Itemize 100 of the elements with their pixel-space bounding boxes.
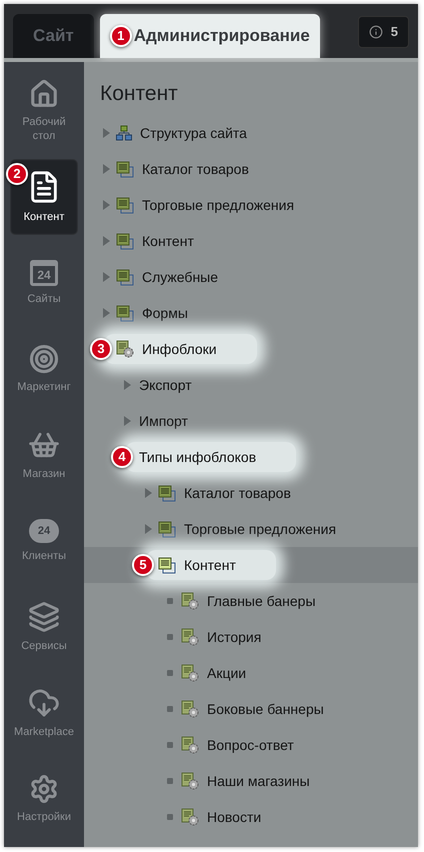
document-stack-icon <box>116 304 134 322</box>
info-icon <box>368 25 383 39</box>
tree-item[interactable]: Торговые предложения <box>102 190 334 220</box>
sidebar-label: Рабочий стол <box>21 115 67 143</box>
document-stack-icon <box>116 160 134 178</box>
document-gear-icon <box>181 808 199 826</box>
document-gear-icon <box>181 628 199 646</box>
expand-arrow-icon[interactable] <box>102 128 110 138</box>
tree-item-label: Новости <box>207 808 262 826</box>
tree-item[interactable]: Формы <box>102 298 228 328</box>
tree-item-label: Главные банеры <box>207 592 316 611</box>
sidebar-label: Настройки <box>17 810 71 824</box>
layers-icon <box>28 601 60 633</box>
tree-item[interactable]: Каталог товаров <box>102 154 289 184</box>
tree-item[interactable]: Контент <box>146 550 276 580</box>
callout-badge: 1 <box>110 25 132 47</box>
home-icon <box>29 79 59 109</box>
tree-item[interactable]: Контент <box>102 226 234 256</box>
callout-badge: 5 <box>132 554 154 576</box>
tree-item-label: Боковые баннеры <box>207 700 324 719</box>
cloud-download-icon <box>28 687 60 719</box>
tree-item-label: Каталог товаров <box>184 484 291 503</box>
tree-item[interactable]: Вопрос-ответ <box>165 730 334 760</box>
tree-item-label: Контент <box>184 556 236 574</box>
document-gear-icon <box>116 340 134 358</box>
tree-item[interactable]: Импорт <box>123 406 228 436</box>
document-gear-icon <box>181 700 199 718</box>
expand-arrow-icon[interactable] <box>102 272 110 282</box>
tree-item[interactable]: Акции <box>165 658 286 688</box>
tree-item[interactable]: Инфоблоки <box>104 334 257 364</box>
sidebar-item[interactable]: Магазин <box>10 417 78 493</box>
document-stack-icon <box>158 556 176 574</box>
bullet-icon <box>167 742 173 748</box>
document-stack-icon <box>116 196 134 214</box>
tree-item[interactable]: Новости <box>165 802 302 832</box>
document-stack-icon <box>116 232 134 250</box>
bullet-icon <box>167 778 173 784</box>
sidebar-label: Сервисы <box>21 639 67 653</box>
sidebar-label: Marketplace <box>14 725 74 739</box>
document-gear-icon <box>181 664 199 682</box>
tree-item[interactable]: Главные банеры <box>165 586 356 616</box>
tree-item[interactable]: Экспорт <box>123 370 232 400</box>
tree-item[interactable]: Наши магазины <box>165 766 350 796</box>
tree-item[interactable]: Боковые баннеры <box>165 694 364 724</box>
expand-arrow-icon[interactable] <box>102 236 110 246</box>
document-stack-icon <box>158 520 176 538</box>
tree-item[interactable]: Служебные <box>102 262 258 292</box>
expand-arrow-icon[interactable] <box>123 416 131 426</box>
expand-arrow-icon[interactable] <box>144 524 152 534</box>
tree-item-label: Инфоблоки <box>142 340 217 359</box>
tree-item-label: Наши магазины <box>207 772 310 790</box>
sidebar-item[interactable]: 24 Сайты <box>10 245 78 321</box>
tree-item-label: Структура сайта <box>140 124 247 143</box>
tree-item[interactable]: История <box>165 622 302 652</box>
tree-item-label: Акции <box>207 664 246 683</box>
sidebar-item[interactable]: Маркетинг <box>10 331 78 407</box>
sidebar-item[interactable]: Сервисы <box>10 589 78 665</box>
expand-arrow-icon[interactable] <box>102 308 110 318</box>
settings-icon <box>29 774 59 804</box>
expand-arrow-icon[interactable] <box>102 164 110 174</box>
tree-item-label: Торговые предложения <box>142 196 294 215</box>
document-gear-icon <box>181 772 199 790</box>
tree-item-label: Контент <box>142 232 194 250</box>
tree-item-label: Служебные <box>142 268 218 287</box>
document-stack-icon <box>158 484 176 502</box>
tree-item-label: Вопрос-ответ <box>207 736 294 755</box>
sidebar-item[interactable]: Рабочий стол <box>10 73 78 149</box>
tab[interactable]: 1 Администрирование <box>100 14 320 58</box>
sidebar-label: Маркетинг <box>17 380 71 394</box>
callout-badge: 3 <box>90 338 112 360</box>
callout-badge: 2 <box>6 163 28 185</box>
tree-item[interactable]: Торговые предложения <box>144 514 376 544</box>
tree-item-label: История <box>207 628 262 647</box>
document-gear-icon <box>181 592 199 610</box>
sidebar-item[interactable]: 24 Клиенты <box>10 503 78 579</box>
expand-arrow-icon[interactable] <box>102 200 110 210</box>
bullet-icon <box>167 706 173 712</box>
bullet-icon <box>167 598 173 604</box>
tree-item[interactable]: Каталог товаров <box>144 478 331 508</box>
expand-arrow-icon[interactable] <box>144 488 152 498</box>
tree-item-label: Формы <box>142 304 188 323</box>
bullet-icon <box>167 814 173 820</box>
bullet-icon <box>167 670 173 676</box>
expand-arrow-icon[interactable] <box>123 380 131 390</box>
sidebar-label: Магазин <box>22 467 66 481</box>
notifications-button[interactable]: 5 <box>358 16 409 48</box>
tree-item-label: Импорт <box>139 412 188 431</box>
tree-item-label: Торговые предложения <box>184 520 336 539</box>
tree-item-label: Каталог товаров <box>142 160 249 179</box>
sidebar-label: Клиенты <box>22 549 66 563</box>
calendar-icon: 24 <box>30 260 58 286</box>
sidebar-label: Контент <box>24 210 64 224</box>
tree-item[interactable]: Структура сайта <box>102 118 287 148</box>
cloud-icon: 24 <box>29 519 59 543</box>
sidebar-item[interactable]: Marketplace <box>10 675 78 751</box>
sidebar-item[interactable]: Настройки <box>10 761 78 837</box>
callout-badge: 4 <box>111 446 133 468</box>
tree-item[interactable]: Типы инфоблоков <box>125 442 296 472</box>
bullet-icon <box>167 634 173 640</box>
structure-icon <box>116 125 132 141</box>
